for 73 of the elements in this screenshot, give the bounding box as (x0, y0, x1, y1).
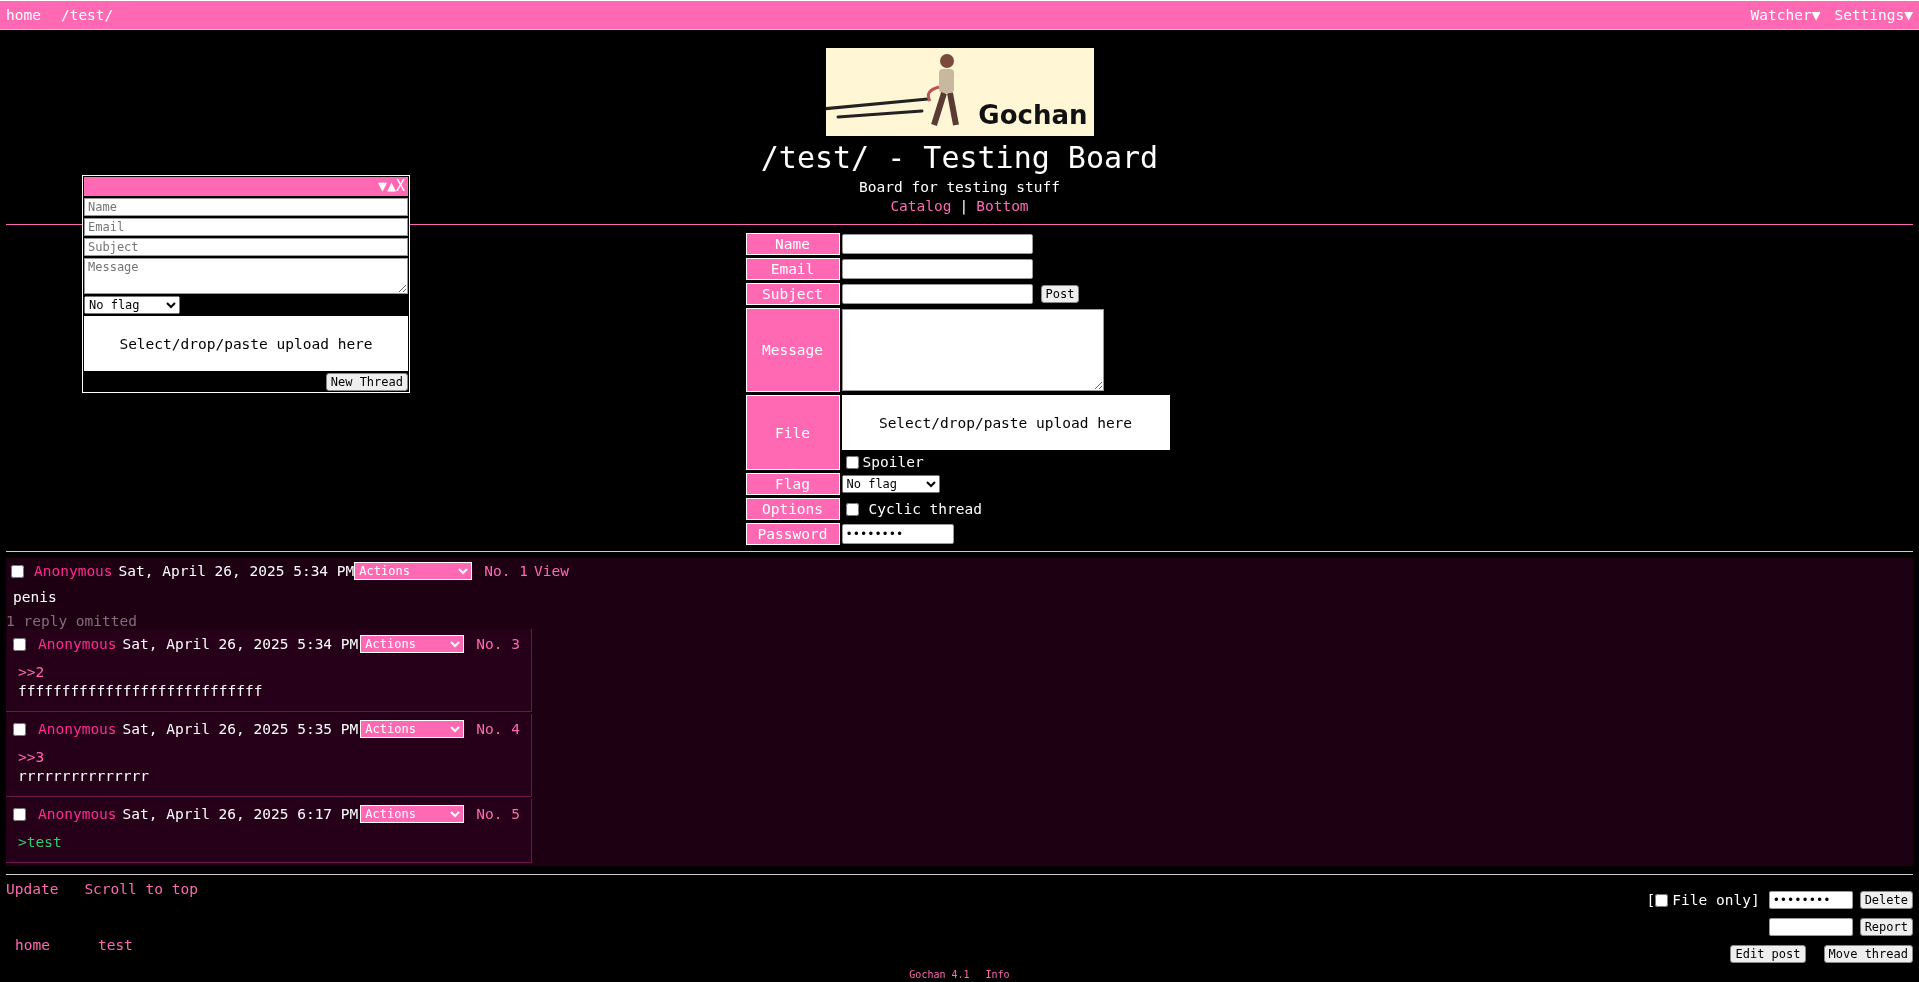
banner-text: Gochan (978, 100, 1088, 130)
bracket-text: [ (1646, 892, 1656, 908)
checkbox-label: Cyclic thread (868, 501, 982, 517)
bracket-text: ] (1750, 892, 1760, 908)
move-thread-button[interactable]: Move thread (1823, 945, 1913, 963)
link-separator: | (959, 197, 969, 216)
checkbox-label: Spoiler (862, 454, 924, 470)
new-thread-button[interactable]: New Thread (325, 373, 408, 391)
quote-link[interactable]: >>3 (18, 748, 526, 767)
post-number-link[interactable]: No. 3 (476, 636, 520, 652)
checkbox[interactable] (13, 637, 26, 651)
credits-link[interactable]: Gochan 4.1 (909, 969, 970, 981)
poster-name: Anonymous (38, 806, 117, 822)
board-title: /test/ - Testing Board (760, 140, 1159, 176)
post-number-link[interactable]: No. 1 (484, 563, 528, 579)
report-button[interactable]: Report (1859, 918, 1913, 936)
post-text: penis (13, 588, 58, 607)
field-label: Email (745, 258, 840, 280)
delete-button[interactable]: Delete (1859, 891, 1913, 909)
post-number-link[interactable]: No. 4 (476, 721, 520, 737)
post-button[interactable]: Post (1040, 285, 1080, 303)
field-label: Password (745, 523, 840, 545)
checkbox[interactable] (845, 502, 859, 516)
flag-select[interactable]: No flag (84, 296, 180, 314)
post-number-link[interactable]: No. 5 (476, 806, 520, 822)
text-field[interactable]: Email (84, 218, 408, 236)
post-text: ffffffffffffffffffffffffffff (18, 682, 264, 701)
text-field[interactable] (841, 259, 1033, 279)
greentext-line: >test (18, 833, 63, 852)
footer-link[interactable]: home (15, 937, 50, 953)
poster-name: Anonymous (34, 563, 113, 579)
post-date: Sat, April 26, 2025 5:34 PM (122, 636, 359, 652)
text-field[interactable]: Name (84, 198, 408, 216)
checkbox[interactable] (13, 722, 26, 736)
post-date: Sat, April 26, 2025 5:35 PM (122, 721, 359, 737)
field-label: Name (745, 233, 840, 255)
page-link[interactable]: Scroll to top (84, 881, 198, 897)
text-field[interactable] (841, 284, 1033, 304)
field-label: Message (745, 308, 840, 392)
catalog-link[interactable]: Catalog (890, 196, 952, 216)
message-field[interactable] (841, 309, 1104, 391)
post-date: Sat, April 26, 2025 6:17 PM (122, 806, 359, 822)
reason-field[interactable] (1768, 918, 1853, 936)
credits-link[interactable]: Info (985, 969, 1010, 981)
field-label: Flag (745, 473, 840, 495)
checkbox-label: File only (1672, 892, 1751, 908)
quote-link[interactable]: >>2 (18, 663, 526, 682)
checkbox[interactable] (1655, 893, 1669, 907)
omitted-replies-note: 1 reply omitted (6, 613, 138, 629)
text-field[interactable] (841, 234, 1033, 254)
checkbox[interactable] (13, 807, 26, 821)
poster-name: Anonymous (38, 636, 117, 652)
message-field[interactable]: Message (84, 258, 408, 294)
view-link[interactable]: View (533, 563, 569, 579)
board-subtitle: Board for testing stuff (859, 178, 1060, 196)
edit-post-button[interactable]: Edit post (1730, 945, 1806, 963)
text-field[interactable]: Subject (84, 238, 408, 256)
checkbox[interactable] (845, 455, 859, 469)
upload-dropzone[interactable]: Select/drop/paste upload here (841, 395, 1170, 450)
poster-name: Anonymous (38, 721, 117, 737)
checkbox[interactable] (11, 564, 24, 578)
password-field[interactable]: •••••••• (841, 524, 954, 544)
field-label: File (745, 395, 840, 470)
post-text: rrrrrrrrrrrrrrr (18, 767, 150, 786)
bottom-link[interactable]: Bottom (976, 196, 1029, 216)
flag-select[interactable]: No flag (841, 475, 940, 493)
page-link[interactable]: Update (6, 881, 59, 897)
upload-dropzone[interactable]: Select/drop/paste upload here (84, 316, 408, 371)
field-label: Subject (745, 283, 840, 305)
password-field[interactable]: •••••••• (1768, 891, 1853, 909)
post-date: Sat, April 26, 2025 5:34 PM (118, 563, 355, 579)
field-label: Options (745, 498, 840, 520)
footer-link[interactable]: test (97, 937, 133, 953)
